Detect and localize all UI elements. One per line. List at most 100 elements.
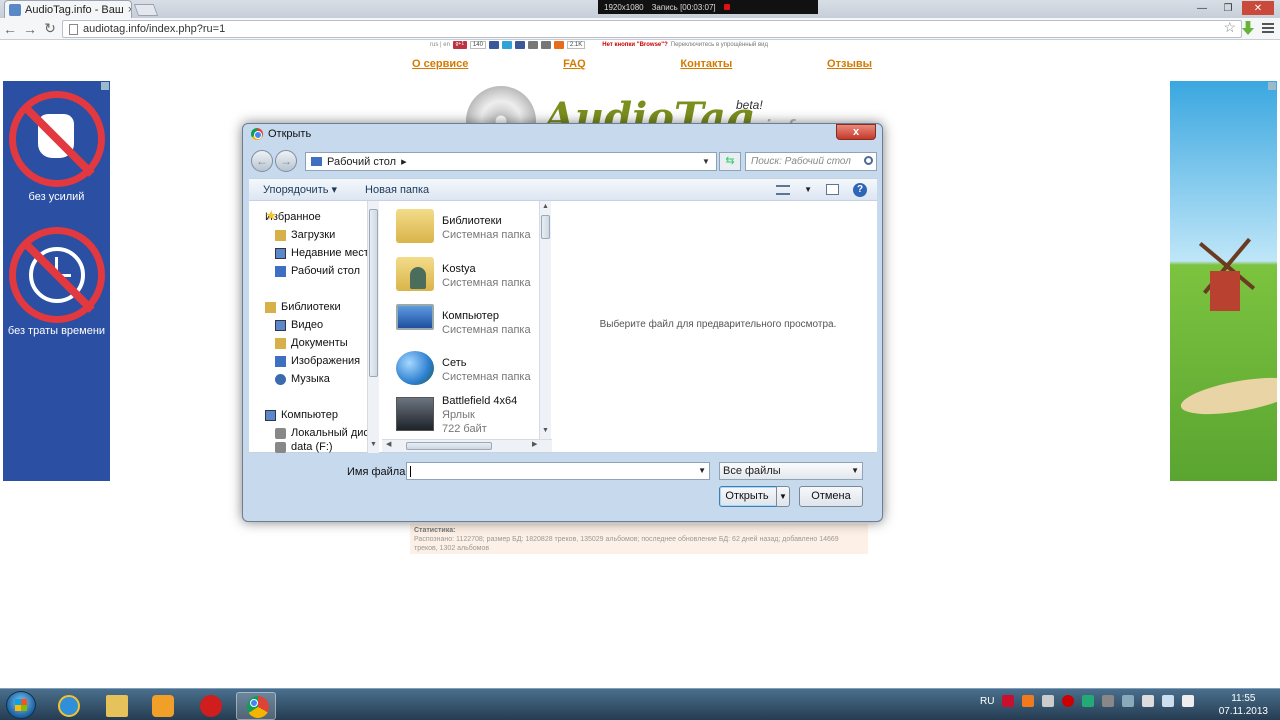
- address-bar[interactable]: audiotag.info/index.php?ru=1: [62, 20, 1242, 38]
- preview-pane-icon[interactable]: [826, 184, 839, 195]
- file-item[interactable]: Компьютер Системная папка: [396, 300, 536, 344]
- tools-icon[interactable]: [1042, 695, 1055, 707]
- file-list-hscrollbar[interactable]: ◀ ▶: [382, 439, 552, 452]
- tray-app-icon[interactable]: [1022, 695, 1035, 707]
- download-extension-icon[interactable]: [1242, 21, 1254, 35]
- flag-icon[interactable]: [1142, 695, 1155, 707]
- nav-link-reviews[interactable]: Отзывы: [827, 58, 872, 70]
- language-switch[interactable]: rus | en: [430, 42, 450, 48]
- right-ad-banner[interactable]: [1170, 81, 1277, 481]
- language-indicator[interactable]: RU: [980, 696, 994, 707]
- dialog-close-button[interactable]: x: [836, 124, 876, 140]
- dialog-search-input[interactable]: Поиск: Рабочий стол: [745, 152, 877, 171]
- nav-music[interactable]: Музыка: [275, 371, 330, 387]
- scroll-up-icon[interactable]: ▲: [540, 203, 551, 213]
- nav-link-faq[interactable]: FAQ: [563, 58, 586, 70]
- scroll-right-icon[interactable]: ▶: [532, 440, 537, 448]
- file-type: Системная папка: [442, 371, 531, 383]
- cancel-button[interactable]: Отмена: [799, 486, 863, 507]
- filename-input[interactable]: ▼: [406, 462, 710, 480]
- bookmark-star-icon[interactable]: ☆: [1223, 19, 1236, 36]
- ad-choices-icon[interactable]: [101, 82, 109, 90]
- print-icon[interactable]: [540, 41, 551, 49]
- nav-video[interactable]: Видео: [275, 317, 323, 333]
- filetype-dropdown-icon[interactable]: ▼: [851, 463, 859, 479]
- scroll-left-icon[interactable]: ◀: [386, 440, 391, 448]
- tab-close-icon[interactable]: ×: [128, 4, 131, 16]
- scroll-down-icon[interactable]: ▼: [368, 441, 379, 451]
- nav-favorites[interactable]: Избранное: [265, 209, 321, 225]
- breadcrumb-dropdown-icon[interactable]: ▼: [702, 157, 716, 166]
- filetype-select[interactable]: Все файлы ▼: [719, 462, 863, 480]
- filename-dropdown-icon[interactable]: ▼: [698, 466, 706, 475]
- nav-pictures[interactable]: Изображения: [275, 353, 360, 369]
- file-item[interactable]: Kostya Системная папка: [396, 253, 536, 297]
- file-scroll-thumb[interactable]: [541, 215, 550, 239]
- refresh-button[interactable]: ⇆: [719, 152, 741, 171]
- nav-link-contacts[interactable]: Контакты: [680, 58, 732, 70]
- scroll-down-icon[interactable]: ▼: [540, 427, 551, 437]
- ad-choices-icon[interactable]: [1268, 82, 1276, 90]
- taskbar-opera[interactable]: [190, 692, 230, 720]
- file-item[interactable]: Battlefield 4x64 Ярлык 722 байт: [396, 393, 536, 437]
- change-view-icon[interactable]: [776, 184, 791, 195]
- forward-icon[interactable]: →: [20, 21, 40, 37]
- organize-button[interactable]: Упорядочить ▾: [249, 183, 351, 196]
- close-window-button[interactable]: ✕: [1242, 1, 1274, 15]
- nav-scroll-thumb[interactable]: [369, 209, 378, 377]
- open-options-dropdown[interactable]: ▼: [776, 486, 790, 507]
- signal-icon[interactable]: [1162, 695, 1175, 707]
- email-icon[interactable]: [527, 41, 538, 49]
- minimize-button[interactable]: —: [1190, 1, 1214, 15]
- taskbar-explorer[interactable]: [96, 692, 136, 720]
- chrome-menu-icon[interactable]: [1262, 21, 1274, 35]
- notice-link[interactable]: Переключитесь в упрощённый вид: [671, 42, 768, 48]
- volume-app-icon[interactable]: [1102, 695, 1115, 707]
- gplus-icon[interactable]: g+1: [452, 41, 467, 49]
- help-icon[interactable]: ?: [853, 182, 867, 197]
- dialog-back-button[interactable]: ←: [251, 150, 273, 172]
- nav-computer[interactable]: Компьютер: [265, 407, 338, 423]
- back-icon[interactable]: ←: [0, 21, 20, 37]
- vk-icon[interactable]: [514, 41, 525, 49]
- start-button[interactable]: [6, 691, 36, 719]
- more-share-icon[interactable]: [553, 41, 564, 49]
- nav-link-about[interactable]: О сервисе: [412, 58, 468, 70]
- nav-documents[interactable]: Документы: [275, 335, 348, 351]
- record-tray-icon[interactable]: [1062, 695, 1075, 707]
- network-tray-icon[interactable]: [1122, 695, 1135, 707]
- view-dropdown-icon[interactable]: ▼: [804, 185, 812, 194]
- new-folder-button[interactable]: Новая папка: [351, 184, 443, 196]
- left-ad-banner[interactable]: без усилий без траты времени: [3, 81, 110, 481]
- file-item[interactable]: Библиотеки Системная папка: [396, 205, 536, 249]
- speaker-icon[interactable]: [1182, 695, 1195, 707]
- taskbar-chrome[interactable]: [236, 692, 276, 720]
- taskbar-clock[interactable]: 11:55 07.11.2013: [1219, 692, 1268, 718]
- nav-desktop[interactable]: Рабочий стол: [275, 263, 360, 279]
- nav-downloads[interactable]: Загрузки: [275, 227, 335, 243]
- search-icon[interactable]: [864, 156, 873, 165]
- breadcrumb-location[interactable]: Рабочий стол: [327, 156, 396, 168]
- record-icon[interactable]: [723, 4, 730, 10]
- nav-pane-scrollbar[interactable]: ▼: [367, 201, 379, 453]
- nav-recent-places[interactable]: Недавние места: [275, 245, 375, 261]
- maximize-button[interactable]: ❐: [1216, 1, 1240, 15]
- twitter-icon[interactable]: [501, 41, 512, 49]
- file-item[interactable]: Сеть Системная папка: [396, 347, 536, 391]
- nav-libraries[interactable]: Библиотеки: [265, 299, 341, 315]
- breadcrumb-chevron-icon[interactable]: ▸: [401, 155, 407, 168]
- new-tab-button[interactable]: [133, 4, 159, 16]
- reload-icon[interactable]: ↻: [40, 20, 60, 37]
- dialog-breadcrumb[interactable]: Рабочий стол ▸ ▼: [305, 152, 717, 171]
- adobe-icon[interactable]: [1002, 695, 1015, 707]
- dialog-forward-button[interactable]: →: [275, 150, 297, 172]
- hscroll-thumb[interactable]: [406, 442, 492, 450]
- nav-local-disk[interactable]: Локальный диск: [275, 425, 374, 441]
- facebook-icon[interactable]: [488, 41, 499, 49]
- nav-data-drive[interactable]: data (F:): [275, 441, 333, 453]
- antivirus-icon[interactable]: [1082, 695, 1095, 707]
- browser-tab[interactable]: AudioTag.info - Ваш ×: [4, 0, 132, 18]
- taskbar-media-player[interactable]: [142, 692, 182, 720]
- taskbar-ie[interactable]: [48, 692, 88, 720]
- file-list-scrollbar[interactable]: ▲ ▼: [539, 201, 551, 439]
